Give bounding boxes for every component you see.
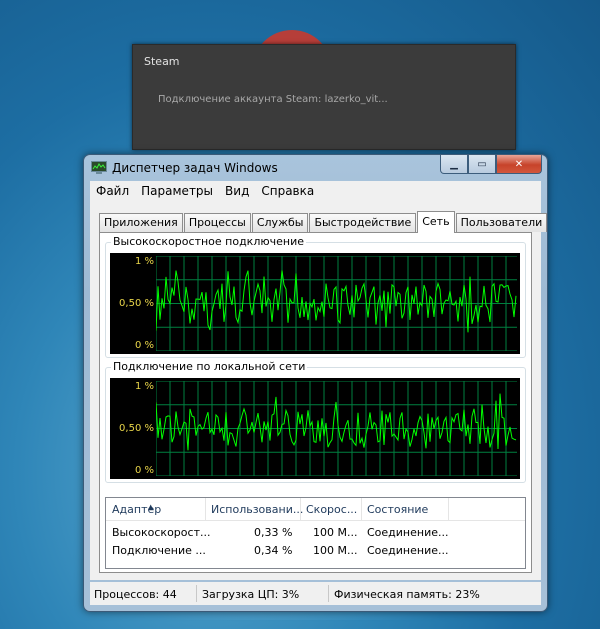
col-header-state[interactable]: Состояние: [367, 503, 428, 516]
steam-notification: Steam Подключение аккаунта Steam: lazerk…: [132, 44, 516, 150]
status-divider: [196, 585, 197, 602]
steam-title: Steam: [144, 55, 180, 68]
y-label-top: 1 %: [134, 381, 154, 392]
cell-usage: 0,33 %: [254, 526, 293, 539]
tab-processes[interactable]: Процессы: [183, 213, 251, 232]
menu-file[interactable]: Файл: [90, 184, 135, 198]
status-bar: Процессов: 44 Загрузка ЦП: 3% Физическая…: [90, 582, 541, 605]
adapter-list[interactable]: ▲ Адаптер Использовани... Скорос... Сост…: [105, 497, 526, 569]
y-label-mid: 0,50 %: [119, 423, 154, 434]
adapter-list-header: ▲ Адаптер Использовани... Скорос... Сост…: [106, 498, 525, 521]
traffic-line: [156, 393, 517, 451]
menu-options[interactable]: Параметры: [135, 184, 219, 198]
menu-view[interactable]: Вид: [219, 184, 255, 198]
maximize-icon: ▭: [477, 158, 487, 170]
table-row[interactable]: Высокоскорост... 0,33 % 100 М... Соедине…: [106, 524, 525, 541]
graph-group-lan: Подключение по локальной сети 1 % 0,50 %…: [105, 360, 526, 483]
networking-panel: Высокоскоростное подключение 1 % 0,50 % …: [99, 232, 532, 573]
cell-speed: 100 М...: [313, 526, 358, 539]
graph-plot-lan: [156, 381, 517, 476]
minimize-icon: ▁: [450, 158, 458, 170]
maximize-button[interactable]: ▭: [468, 155, 496, 174]
network-graph-highspeed: 1 % 0,50 % 0 %: [110, 253, 520, 354]
status-processes: Процессов: 44: [94, 588, 177, 601]
cell-adapter: Высокоскорост...: [112, 526, 211, 539]
col-header-speed[interactable]: Скорос...: [306, 503, 357, 516]
cell-speed: 100 М...: [313, 544, 358, 557]
close-icon: ✕: [514, 158, 524, 170]
cell-usage: 0,34 %: [254, 544, 293, 557]
col-divider: [448, 498, 449, 520]
network-graph-lan: 1 % 0,50 % 0 %: [110, 378, 520, 479]
minimize-button[interactable]: ▁: [440, 155, 468, 174]
graph-title-lan: Подключение по локальной сети: [111, 360, 308, 373]
task-manager-window: Диспетчер задач Windows ▁ ▭ ✕ Файл Парам…: [83, 154, 548, 612]
cell-adapter: Подключение ...: [112, 544, 206, 557]
client-area: Приложения Процессы Службы Быстродействи…: [90, 201, 548, 580]
status-cpu: Загрузка ЦП: 3%: [202, 588, 300, 601]
menu-help[interactable]: Справка: [255, 184, 320, 198]
caption-buttons: ▁ ▭ ✕: [440, 155, 542, 174]
col-header-adapter[interactable]: Адаптер: [112, 503, 161, 516]
tab-users[interactable]: Пользователи: [455, 213, 548, 232]
cell-state: Соединение...: [367, 544, 449, 557]
status-divider: [328, 585, 329, 602]
graph-plot-highspeed: [156, 256, 517, 351]
tab-performance[interactable]: Быстродействие: [309, 213, 417, 232]
y-label-bottom: 0 %: [134, 340, 154, 351]
col-divider: [300, 498, 301, 520]
table-row[interactable]: Подключение ... 0,34 % 100 М... Соединен…: [106, 542, 525, 559]
tab-applications[interactable]: Приложения: [99, 213, 183, 232]
y-label-top: 1 %: [134, 256, 154, 267]
col-header-usage[interactable]: Использовани...: [211, 503, 303, 516]
tab-services[interactable]: Службы: [251, 213, 309, 232]
tab-networking[interactable]: Сеть: [417, 211, 455, 233]
menu-bar: Файл Параметры Вид Справка: [90, 181, 541, 201]
task-manager-icon: [91, 161, 107, 174]
close-button[interactable]: ✕: [496, 155, 542, 174]
status-memory: Физическая память: 23%: [334, 588, 480, 601]
y-label-mid: 0,50 %: [119, 298, 154, 309]
graph-title-highspeed: Высокоскоростное подключение: [111, 235, 306, 248]
tab-strip: Приложения Процессы Службы Быстродействи…: [99, 211, 548, 233]
graph-group-highspeed: Высокоскоростное подключение 1 % 0,50 % …: [105, 235, 526, 358]
steam-message: Подключение аккаунта Steam: lazerko_vit.…: [158, 94, 388, 105]
col-divider: [205, 498, 206, 520]
window-title: Диспетчер задач Windows: [112, 161, 278, 175]
y-label-bottom: 0 %: [134, 465, 154, 476]
col-divider: [361, 498, 362, 520]
cell-state: Соединение...: [367, 526, 449, 539]
